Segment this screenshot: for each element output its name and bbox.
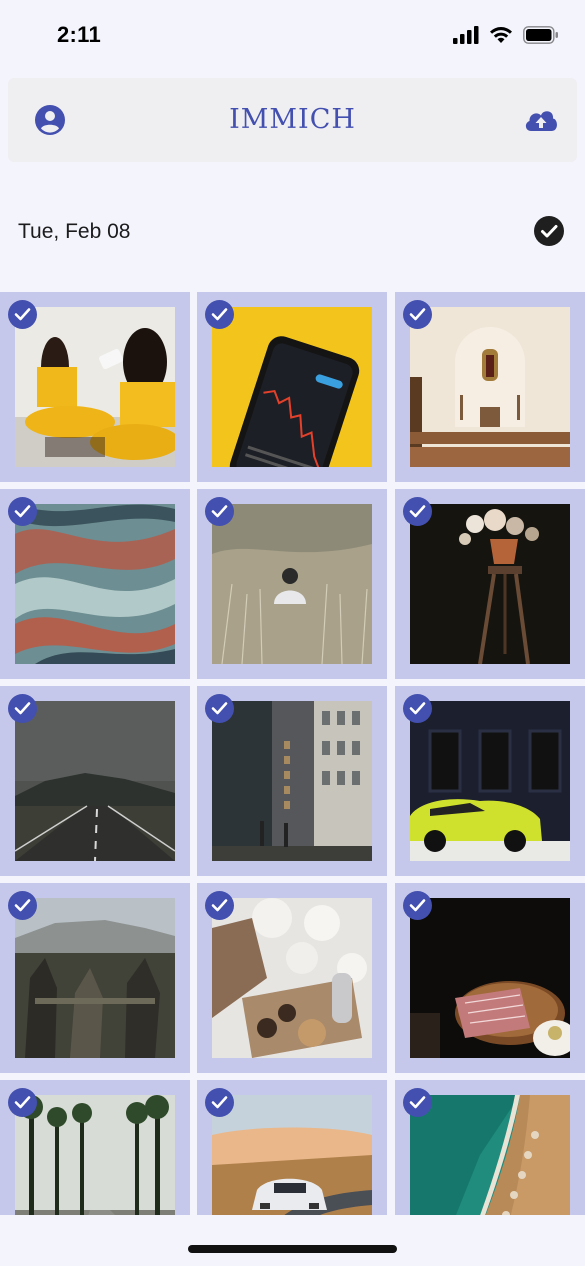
selected-check-icon[interactable]	[205, 694, 234, 723]
upload-button[interactable]	[523, 104, 559, 136]
selected-check-icon[interactable]	[205, 300, 234, 329]
photo-thumbnail	[15, 898, 175, 1058]
home-indicator[interactable]	[188, 1245, 397, 1253]
selected-check-icon[interactable]	[403, 694, 432, 723]
selected-check-icon[interactable]	[8, 694, 37, 723]
photo-thumbnail	[212, 504, 372, 664]
bottom-bar	[0, 1215, 585, 1266]
selected-check-icon[interactable]	[8, 891, 37, 920]
photo-thumbnail	[15, 701, 175, 861]
photo-tile[interactable]	[395, 489, 585, 679]
photo-thumbnail	[212, 701, 372, 861]
selected-check-icon[interactable]	[8, 497, 37, 526]
selected-check-icon[interactable]	[403, 1088, 432, 1117]
photo-tile[interactable]	[197, 686, 387, 876]
date-section-header: Tue, Feb 08	[0, 200, 585, 264]
photo-tile[interactable]	[0, 686, 190, 876]
photo-tile[interactable]	[197, 292, 387, 482]
photo-thumbnail	[410, 504, 570, 664]
photo-thumbnail	[15, 504, 175, 664]
check-circle-icon	[541, 225, 558, 238]
battery-icon	[523, 25, 559, 49]
status-bar: 2:11	[0, 0, 585, 70]
selected-check-icon[interactable]	[205, 497, 234, 526]
photo-tile[interactable]	[395, 883, 585, 1073]
photo-thumbnail	[15, 307, 175, 467]
select-all-button[interactable]	[534, 216, 564, 246]
photo-thumbnail	[410, 307, 570, 467]
app-bar: IMMICH	[8, 78, 577, 162]
cloud-upload-icon	[525, 111, 557, 131]
status-icons	[453, 24, 559, 50]
app-title: IMMICH	[229, 104, 356, 135]
photo-tile[interactable]	[0, 292, 190, 482]
selected-check-icon[interactable]	[8, 300, 37, 329]
selected-check-icon[interactable]	[403, 300, 432, 329]
photo-tile[interactable]	[395, 292, 585, 482]
photo-thumbnail	[410, 898, 570, 1058]
photo-thumbnail	[410, 701, 570, 861]
status-time: 2:11	[57, 22, 102, 47]
selected-check-icon[interactable]	[205, 891, 234, 920]
photo-thumbnail	[212, 898, 372, 1058]
photo-tile[interactable]	[197, 883, 387, 1073]
selected-check-icon[interactable]	[403, 891, 432, 920]
photo-tile[interactable]	[197, 489, 387, 679]
selected-check-icon[interactable]	[403, 497, 432, 526]
wifi-icon	[489, 26, 513, 49]
date-label: Tue, Feb 08	[18, 220, 131, 243]
selected-check-icon[interactable]	[205, 1088, 234, 1117]
photo-tile[interactable]	[0, 883, 190, 1073]
photo-tile[interactable]	[0, 489, 190, 679]
signal-icon	[453, 25, 479, 49]
screen: 2:11 IMMICH Tue, Feb 08	[0, 0, 585, 1266]
photo-thumbnail	[212, 307, 372, 467]
selected-check-icon[interactable]	[8, 1088, 37, 1117]
photo-tile[interactable]	[395, 686, 585, 876]
